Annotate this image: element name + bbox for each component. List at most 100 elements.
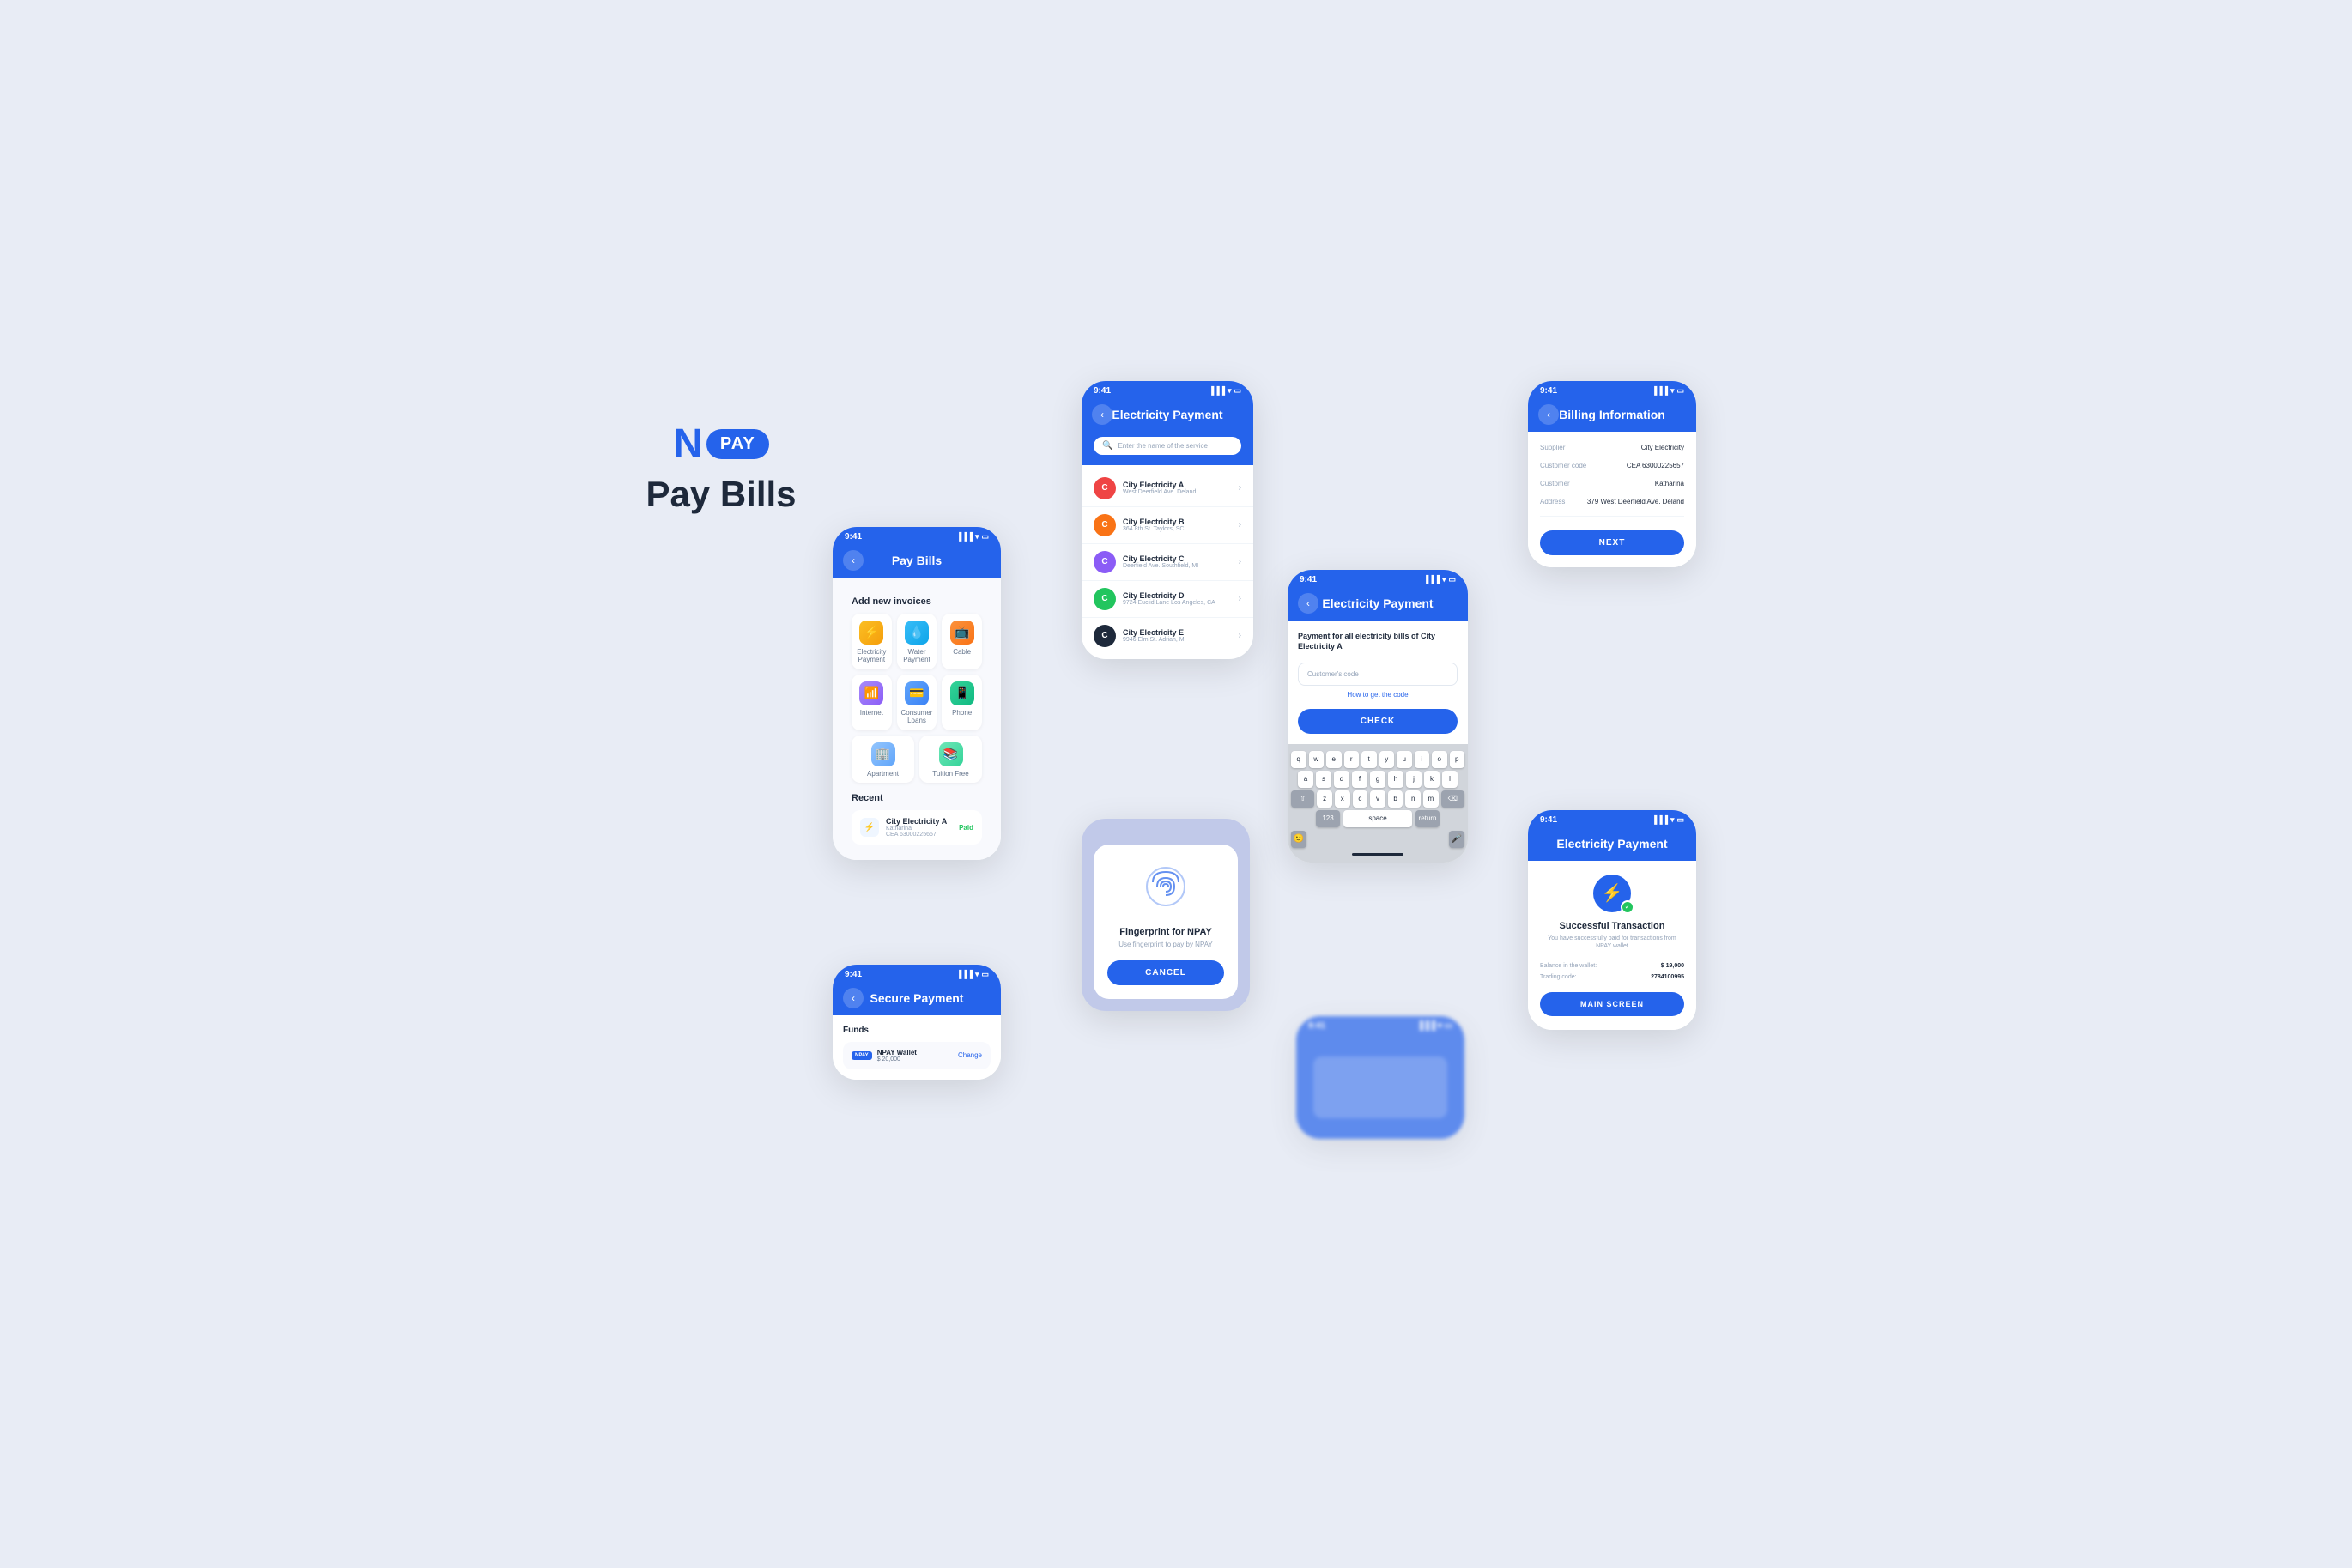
- back-button-billing[interactable]: ‹: [1538, 404, 1559, 425]
- key-f[interactable]: f: [1352, 771, 1367, 788]
- customer-code-label: Customer code: [1540, 462, 1586, 469]
- key-k[interactable]: k: [1424, 771, 1440, 788]
- key-mic[interactable]: 🎤: [1449, 831, 1464, 848]
- back-button-elec[interactable]: ‹: [1092, 404, 1112, 425]
- signal-icon-success: ▐▐▐: [1652, 815, 1668, 824]
- brand-title: Pay Bills: [627, 474, 815, 515]
- elec-avatar-e: C: [1094, 625, 1116, 647]
- success-desc: You have successfully paid for transacti…: [1540, 935, 1684, 952]
- back-button-form[interactable]: ‹: [1298, 593, 1318, 614]
- key-g[interactable]: g: [1370, 771, 1385, 788]
- key-a[interactable]: a: [1298, 771, 1313, 788]
- category-water[interactable]: 💧 Water Payment: [897, 614, 937, 669]
- invoice-grid-row1: ⚡ Electricity Payment 💧 Water Payment 📺 …: [852, 614, 982, 669]
- recent-title: Recent: [852, 793, 982, 803]
- elec-info-a: City Electricity A West Deerfield Ave. D…: [1123, 481, 1232, 495]
- key-n[interactable]: n: [1405, 790, 1421, 808]
- home-indicator: [1352, 853, 1403, 856]
- key-w[interactable]: w: [1309, 751, 1325, 768]
- category-apartment[interactable]: 🏢 Apartment: [852, 736, 914, 784]
- category-cable[interactable]: 📺 Cable: [942, 614, 982, 669]
- elec-avatar-c: C: [1094, 551, 1116, 573]
- elec-item-a[interactable]: C City Electricity A West Deerfield Ave.…: [1082, 470, 1253, 507]
- key-shift[interactable]: ⇧: [1291, 790, 1314, 808]
- elec-item-e[interactable]: C City Electricity E 9946 Elm St. Adrian…: [1082, 618, 1253, 654]
- apartment-icon: 🏢: [871, 742, 895, 766]
- elec-item-b[interactable]: C City Electricity B 364 8th St. Taylors…: [1082, 507, 1253, 544]
- phone-header-billing: ‹ Billing Information: [1528, 401, 1696, 432]
- recent-item-info: City Electricity A Katharina CEA 6300022…: [886, 817, 952, 838]
- phone-body-main: Add new invoices ⚡ Electricity Payment 💧…: [833, 578, 1001, 861]
- key-o[interactable]: o: [1432, 751, 1447, 768]
- phone-elec-list: 9:41 ▐▐▐ ▾ ▭ ‹ Electricity Payment 🔍 Ent…: [1082, 381, 1253, 659]
- key-space[interactable]: space: [1343, 810, 1412, 827]
- recent-item[interactable]: ⚡ City Electricity A Katharina CEA 63000…: [852, 810, 982, 845]
- elec-info-d: City Electricity D 9724 Euclid Lane Los …: [1123, 591, 1232, 606]
- key-123[interactable]: 123: [1316, 810, 1340, 827]
- key-x[interactable]: x: [1335, 790, 1350, 808]
- chevron-a: ›: [1239, 483, 1241, 493]
- elec-addr-c: Deerfield Ave. Southfield, MI: [1123, 563, 1232, 569]
- phone-blurred: 9:41 ▐▐▐ ▾ ▭: [1296, 1016, 1464, 1139]
- customer-value: Katharina: [1655, 480, 1684, 487]
- address-value: 379 West Deerfield Ave. Deland: [1587, 498, 1684, 506]
- status-icons-form: ▐▐▐ ▾ ▭: [1423, 575, 1456, 584]
- key-d[interactable]: d: [1334, 771, 1349, 788]
- electricity-icon: ⚡: [859, 621, 883, 645]
- blurred-body: [1296, 1036, 1464, 1139]
- key-backspace[interactable]: ⌫: [1441, 790, 1464, 808]
- success-icon-wrap: ⚡ ✓: [1540, 875, 1684, 912]
- category-phone[interactable]: 📱 Phone: [942, 675, 982, 730]
- status-bar-form: 9:41 ▐▐▐ ▾ ▭: [1288, 570, 1468, 590]
- category-electricity[interactable]: ⚡ Electricity Payment: [852, 614, 892, 669]
- key-return[interactable]: return: [1415, 810, 1440, 827]
- search-placeholder: Enter the name of the service: [1118, 442, 1208, 450]
- back-button-main[interactable]: ‹: [843, 550, 864, 571]
- category-tuition[interactable]: 📚 Tuition Free: [919, 736, 982, 784]
- key-l[interactable]: l: [1442, 771, 1458, 788]
- cancel-button[interactable]: CANCEL: [1107, 960, 1224, 985]
- next-button[interactable]: NEXT: [1540, 530, 1684, 555]
- back-button-secure[interactable]: ‹: [843, 988, 864, 1008]
- key-h[interactable]: h: [1388, 771, 1403, 788]
- key-y[interactable]: y: [1379, 751, 1395, 768]
- check-button[interactable]: CHECK: [1298, 709, 1458, 734]
- status-icons-success: ▐▐▐ ▾ ▭: [1652, 815, 1684, 825]
- battery-icon-success: ▭: [1676, 815, 1684, 825]
- key-z[interactable]: z: [1317, 790, 1332, 808]
- key-emoji[interactable]: 🙂: [1291, 831, 1306, 848]
- battery-icon: ▭: [981, 532, 989, 542]
- elec-name-e: City Electricity E: [1123, 628, 1232, 637]
- category-consumer[interactable]: 💳 Consumer Loans: [897, 675, 937, 730]
- key-s[interactable]: s: [1316, 771, 1331, 788]
- key-m[interactable]: m: [1423, 790, 1439, 808]
- key-p[interactable]: p: [1450, 751, 1465, 768]
- phone-header-success: Electricity Payment: [1528, 830, 1696, 861]
- main-screen-button[interactable]: MAIN SCREEN: [1540, 992, 1684, 1016]
- change-link[interactable]: Change: [958, 1051, 982, 1059]
- key-v[interactable]: v: [1370, 790, 1385, 808]
- key-j[interactable]: j: [1406, 771, 1422, 788]
- key-e[interactable]: e: [1326, 751, 1342, 768]
- key-q[interactable]: q: [1291, 751, 1306, 768]
- search-input-wrapper[interactable]: 🔍 Enter the name of the service: [1094, 437, 1241, 455]
- key-b[interactable]: b: [1388, 790, 1403, 808]
- key-u[interactable]: u: [1397, 751, 1412, 768]
- elec-avatar-b: C: [1094, 514, 1116, 536]
- status-bar-elec-list: 9:41 ▐▐▐ ▾ ▭: [1082, 381, 1253, 401]
- blurred-content: [1313, 1056, 1448, 1118]
- elec-item-c[interactable]: C City Electricity C Deerfield Ave. Sout…: [1082, 544, 1253, 581]
- key-t[interactable]: t: [1361, 751, 1377, 768]
- search-icon: 🔍: [1102, 441, 1112, 451]
- recent-item-icon: ⚡: [860, 818, 879, 837]
- signal-icon-billing: ▐▐▐: [1652, 386, 1668, 395]
- customer-code-input[interactable]: Customer's code: [1298, 663, 1458, 686]
- chevron-d: ›: [1239, 594, 1241, 603]
- category-internet[interactable]: 📶 Internet: [852, 675, 892, 730]
- battery-icon-elec: ▭: [1234, 386, 1241, 396]
- get-code-link[interactable]: How to get the code: [1298, 691, 1458, 699]
- key-c[interactable]: c: [1353, 790, 1368, 808]
- key-i[interactable]: i: [1415, 751, 1430, 768]
- elec-item-d[interactable]: C City Electricity D 9724 Euclid Lane Lo…: [1082, 581, 1253, 618]
- key-r[interactable]: r: [1344, 751, 1360, 768]
